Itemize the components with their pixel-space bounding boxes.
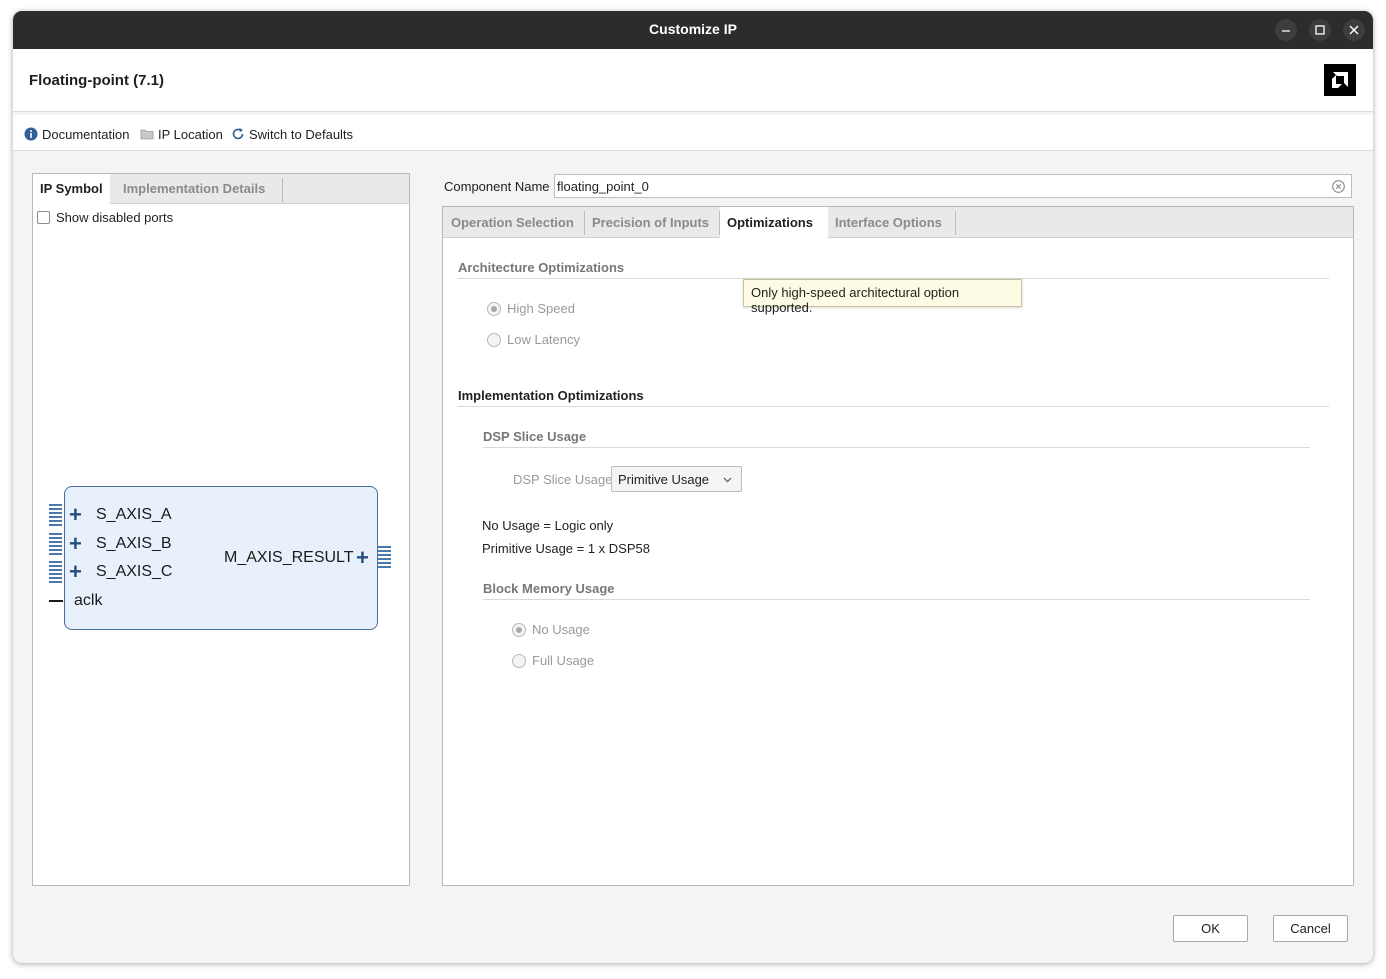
ip-symbol-panel: IP Symbol Implementation Details Show di… [32, 173, 410, 886]
info-icon [24, 127, 38, 141]
radio-full-usage[interactable]: Full Usage [512, 653, 594, 668]
tab-implementation-details[interactable]: Implementation Details [116, 174, 272, 204]
radio-button[interactable] [512, 653, 526, 668]
ip-header: Floating-point (7.1) [13, 49, 1373, 112]
expand-plus-icon[interactable]: + [69, 504, 82, 526]
radio-high-speed[interactable]: High Speed [487, 301, 575, 316]
radio-button[interactable] [487, 332, 501, 347]
ip-location-label: IP Location [158, 126, 223, 142]
aclk-pin-line [49, 600, 63, 602]
tab-interface-options[interactable]: Interface Options [828, 207, 949, 238]
close-button[interactable] [1343, 19, 1365, 41]
radio-button[interactable] [487, 301, 501, 316]
ip-symbol-block: + S_AXIS_A + S_AXIS_B + S_AXIS_C aclk M_… [64, 486, 378, 630]
architecture-optimizations-title: Architecture Optimizations [458, 260, 625, 275]
window-title: Customize IP [649, 21, 737, 37]
radio-no-usage[interactable]: No Usage [512, 622, 590, 637]
radio-low-latency[interactable]: Low Latency [487, 332, 580, 347]
implementation-optimizations-title: Implementation Optimizations [458, 388, 644, 403]
port-s-axis-c: S_AXIS_C [96, 563, 173, 580]
chevron-down-icon [723, 477, 732, 483]
expand-plus-icon[interactable]: + [356, 547, 369, 569]
refresh-icon [232, 128, 244, 140]
m-axis-result-bus-icon [378, 546, 391, 570]
tab-optimizations[interactable]: Optimizations [720, 207, 828, 238]
port-m-axis-result: M_AXIS_RESULT [224, 549, 354, 566]
show-disabled-ports-label: Show disabled ports [56, 210, 174, 225]
maximize-icon [1315, 25, 1325, 35]
ip-title: Floating-point (7.1) [29, 72, 164, 89]
tab-precision-of-inputs[interactable]: Precision of Inputs [585, 207, 716, 238]
tab-ip-symbol[interactable]: IP Symbol [33, 174, 110, 204]
configuration-panel: Operation Selection Precision of Inputs … [442, 206, 1354, 886]
cancel-button[interactable]: Cancel [1273, 915, 1348, 942]
expand-plus-icon[interactable]: + [69, 561, 82, 583]
tab-separator [282, 178, 283, 202]
dsp-note-no-usage: No Usage = Logic only [482, 518, 614, 533]
full-usage-label: Full Usage [532, 653, 595, 668]
tab-operation-selection[interactable]: Operation Selection [444, 207, 581, 238]
clear-icon[interactable] [1332, 180, 1345, 193]
switch-to-defaults-button[interactable]: Switch to Defaults [231, 126, 353, 142]
minimize-button[interactable] [1275, 19, 1297, 41]
title-bar: Customize IP [13, 11, 1373, 49]
ok-button[interactable]: OK [1173, 915, 1248, 942]
amd-logo-icon [1332, 72, 1348, 88]
divider [483, 447, 1310, 448]
architecture-tooltip: Only high-speed architectural option sup… [743, 279, 1022, 315]
port-s-axis-a: S_AXIS_A [96, 506, 172, 523]
low-latency-label: Low Latency [507, 332, 580, 347]
component-name-field[interactable] [554, 174, 1352, 198]
s-axis-a-bus-icon [49, 504, 62, 528]
block-memory-usage-title: Block Memory Usage [483, 581, 615, 596]
documentation-label: Documentation [42, 126, 130, 142]
component-name-input[interactable] [557, 177, 1327, 195]
port-s-axis-b: S_AXIS_B [96, 535, 172, 552]
dsp-note-primitive-usage: Primitive Usage = 1 x DSP58 [482, 541, 650, 556]
expand-plus-icon[interactable]: + [69, 533, 82, 555]
port-aclk: aclk [74, 592, 103, 609]
switch-to-defaults-label: Switch to Defaults [249, 126, 354, 142]
dsp-slice-usage-title: DSP Slice Usage [483, 429, 587, 444]
s-axis-c-bus-icon [49, 561, 62, 585]
dsp-slice-usage-value: Primitive Usage [618, 472, 710, 487]
radio-button[interactable] [512, 622, 526, 637]
divider [458, 406, 1329, 407]
amd-logo [1324, 64, 1356, 96]
no-usage-label: No Usage [532, 622, 590, 637]
dsp-slice-usage-select[interactable]: Primitive Usage [611, 466, 742, 492]
folder-icon [140, 129, 154, 140]
component-name-label: Component Name [444, 179, 550, 194]
tab-separator [955, 211, 956, 235]
checkbox-box[interactable] [37, 211, 50, 224]
toolbar: Documentation IP Location Switch to Defa… [13, 115, 1373, 151]
s-axis-b-bus-icon [49, 533, 62, 557]
dsp-slice-usage-label: DSP Slice Usage [513, 472, 613, 487]
left-tab-bar: IP Symbol Implementation Details [33, 174, 409, 204]
customize-ip-window: Customize IP Floating-point (7.1) Docume… [13, 11, 1373, 963]
divider [483, 599, 1310, 600]
close-icon [1349, 25, 1359, 35]
minimize-icon [1282, 30, 1290, 32]
config-tab-bar: Operation Selection Precision of Inputs … [443, 207, 1353, 238]
show-disabled-ports-checkbox[interactable]: Show disabled ports [37, 210, 173, 225]
maximize-button[interactable] [1309, 19, 1331, 41]
ip-location-button[interactable]: IP Location [140, 126, 223, 142]
documentation-button[interactable]: Documentation [24, 126, 129, 142]
high-speed-label: High Speed [507, 301, 575, 316]
